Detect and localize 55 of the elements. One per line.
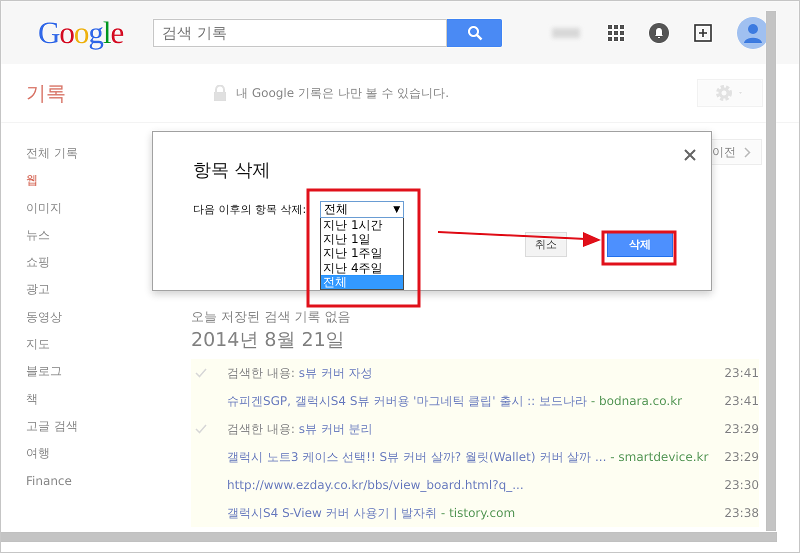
search-query-link[interactable]: s뷰 커버 자성 [298,366,373,380]
entry-label: 검색한 내용: [227,366,295,380]
nav-item[interactable]: 여행 [26,443,191,471]
delete-range-label: 다음 이후의 항목 삭제: [193,202,306,217]
page-domain: - bodnara.co.kr [590,394,682,408]
check-icon [195,368,207,378]
search-icon [466,24,482,40]
close-icon[interactable] [684,149,696,161]
nav-item[interactable]: 책 [26,388,191,416]
time-range-dropdown[interactable]: 전체 ▼ [320,201,404,218]
dropdown-option[interactable]: 지난 4주일 [321,260,404,275]
entry-time: 23:38 [723,506,759,520]
entry-time: 23:41 [723,366,759,380]
cancel-button[interactable]: 취소 [525,232,567,257]
delete-button[interactable]: 삭제 [607,232,673,257]
entry-label: 검색한 내용: [227,422,295,436]
nav-item[interactable]: 지도 [26,334,191,362]
nav-item[interactable]: Finance [26,470,191,498]
bell-icon[interactable] [649,22,669,42]
check-icon [195,424,207,434]
google-logo[interactable]: Google [38,14,153,50]
page-title: 기록 [26,80,67,106]
blurred-account-name [552,28,580,38]
page-title-link[interactable]: 갤럭시 노트3 케이스 선택!! S뷰 커버 살까? 월릿(Wallet) 커버 살까 ... [227,450,606,464]
dialog-title: 항목 삭제 [193,159,272,182]
page-domain: - smartdevice.kr [610,450,708,464]
apps-grid-icon[interactable] [608,24,624,40]
dropdown-option[interactable]: 지난 1시간 [321,218,404,232]
vertical-scrollbar[interactable] [766,11,776,531]
nav-item[interactable]: 고글 검색 [26,416,191,444]
search-button[interactable] [447,18,502,46]
horizontal-scrollbar[interactable] [1,532,777,542]
dropdown-option[interactable]: 지난 1주일 [321,246,404,261]
chevron-right-icon [744,146,751,158]
search-query-link[interactable]: s뷰 커버 분리 [298,422,373,436]
nav-item[interactable]: 광고 [26,279,191,307]
page-title-link[interactable]: 갤럭시S4 S-View 커버 사용기 | 발자취 [227,506,438,520]
search-field[interactable]: 검색 기록 [153,18,447,46]
lock-icon [213,85,227,101]
entry-time: 23:41 [723,394,759,408]
dropdown-option[interactable]: 전체 [321,274,404,290]
entry-time: 23:29 [723,422,759,436]
nav-item[interactable]: 동영상 [26,306,191,334]
no-history-note: 오늘 저장된 검색 기록 없음 [191,309,352,326]
nav-item[interactable]: 블로그 [26,361,191,389]
add-box-icon[interactable] [694,24,712,42]
page-domain: - tistory.com [440,506,516,520]
page-title-link[interactable]: http://www.ezday.co.kr/bbs/view_board.html?q_... [227,478,524,492]
date-heading: 2014년 8월 21일 [191,328,346,353]
privacy-note: 내 Google 기록은 나만 볼 수 있습니다. [236,84,450,102]
page-title-link[interactable]: 슈피겐SGP, 갤럭시S4 S뷰 커버용 '마그네틱 클립' 출시 :: 보드나라 [227,394,588,408]
dropdown-option[interactable]: 지난 1일 [321,232,404,246]
entry-time: 23:30 [723,478,759,492]
entry-time: 23:29 [723,450,759,464]
settings-icon [715,84,745,102]
